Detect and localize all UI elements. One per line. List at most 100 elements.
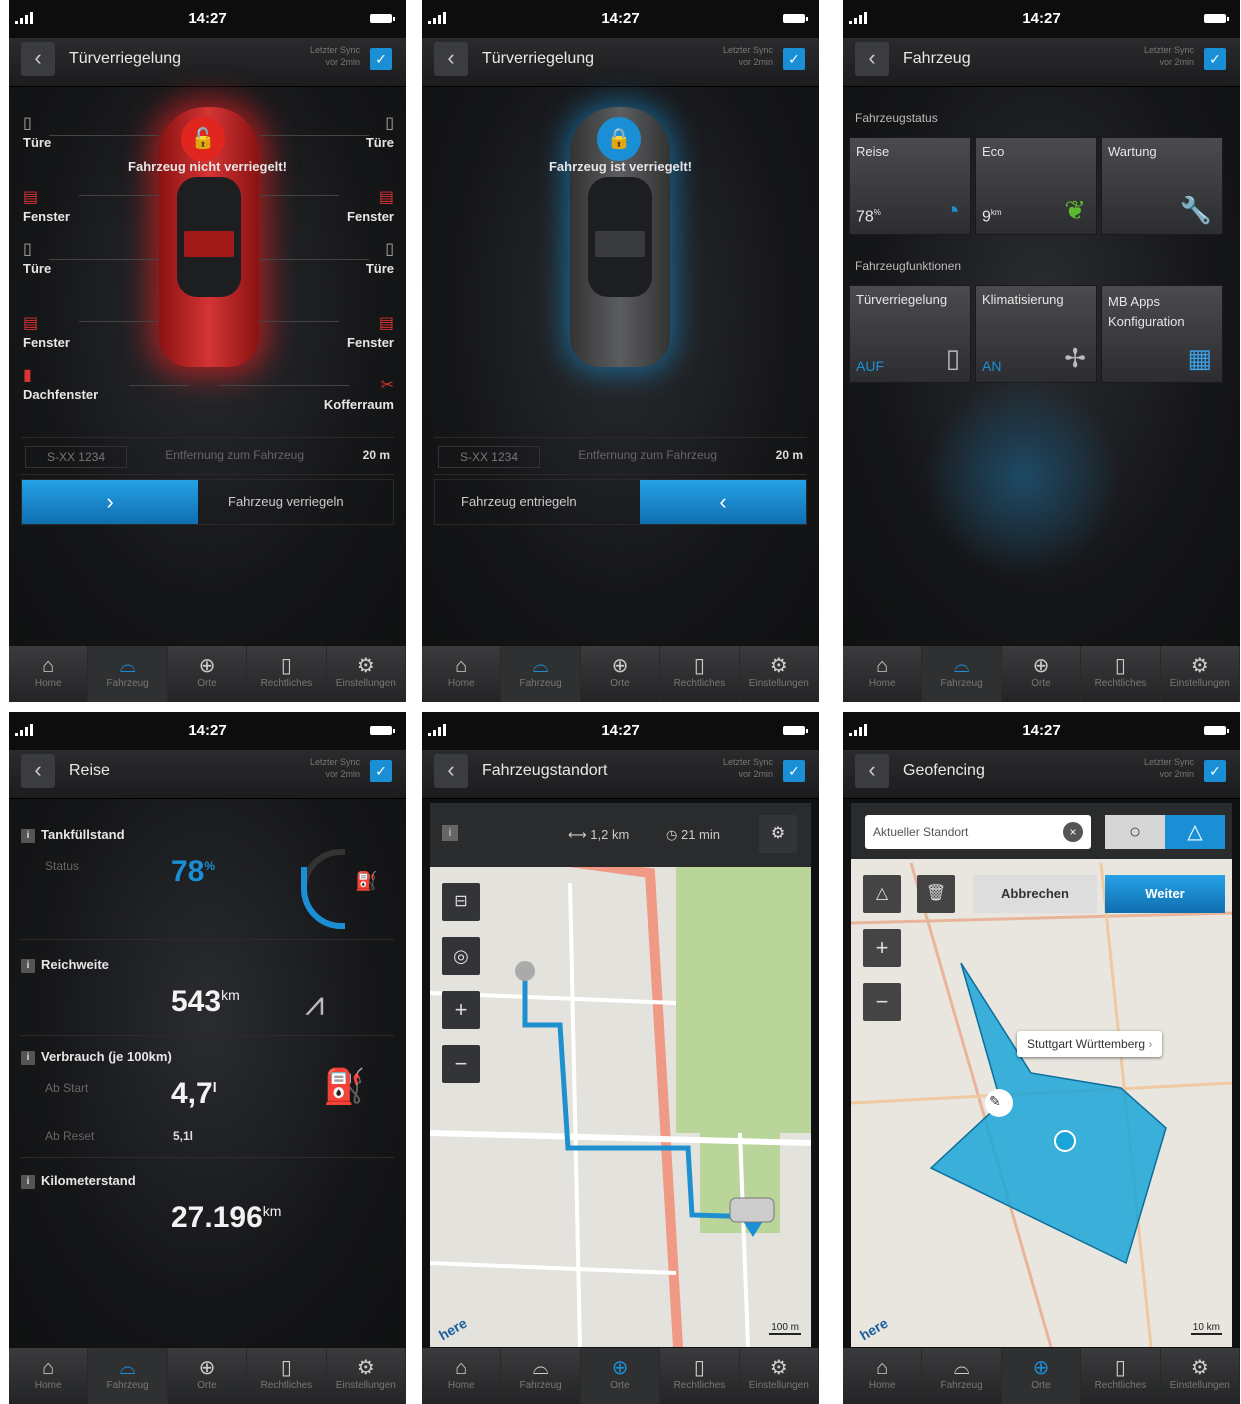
gear-icon: ⚙ bbox=[1190, 655, 1209, 677]
tab-fahrzeug[interactable]: ⌓ Fahrzeug bbox=[501, 1348, 581, 1404]
locked-icon: 🔒 bbox=[597, 117, 641, 161]
fuel-pump-icon: ⛽ bbox=[355, 871, 378, 891]
tab-home[interactable]: ⌂ Home bbox=[422, 646, 502, 702]
consumption-start-value: 4,7l bbox=[171, 1077, 217, 1110]
tile-wartung[interactable]: Wartung 🔧 bbox=[1101, 137, 1223, 235]
wrench-icon: 🔧 bbox=[1179, 195, 1212, 225]
tab-rechtliches[interactable]: ▯ Rechtliches bbox=[1081, 646, 1161, 702]
tab-einstellungen[interactable]: ⚙ Einstellungen bbox=[740, 1348, 819, 1404]
edit-pencil-icon[interactable]: ✎ bbox=[989, 1093, 1001, 1110]
trash-icon[interactable]: 🗑 bbox=[917, 875, 955, 913]
car-icon: ▯ bbox=[945, 343, 960, 373]
back-button[interactable]: ‹ bbox=[21, 754, 55, 788]
consumption-start-label: Ab Start bbox=[45, 1081, 89, 1095]
tab-home[interactable]: ⌂ Home bbox=[843, 646, 923, 702]
back-button[interactable]: ‹ bbox=[434, 42, 468, 76]
car-icon: ⌓ bbox=[119, 1357, 136, 1379]
tab-home[interactable]: ⌂ Home bbox=[843, 1348, 923, 1404]
tab-home[interactable]: ⌂ Home bbox=[9, 1348, 89, 1404]
tab-fahrzeug[interactable]: ⌓ Fahrzeug bbox=[88, 646, 168, 702]
tile-mb-apps[interactable]: MB Apps Konfiguration ▦ bbox=[1101, 285, 1223, 383]
zoom-out-button[interactable]: − bbox=[442, 1045, 480, 1083]
tile-reise[interactable]: Reise 78% ◔ bbox=[849, 137, 971, 235]
tab-fahrzeug[interactable]: ⌓ Fahrzeug bbox=[501, 646, 581, 702]
car-locate-button[interactable]: ⊟ bbox=[442, 883, 480, 921]
unlock-slider[interactable]: Fahrzeug entriegeln ‹ bbox=[434, 479, 807, 525]
next-button[interactable]: Weiter bbox=[1105, 875, 1225, 913]
tile-klimatisierung[interactable]: Klimatisierung AN ✢ bbox=[975, 285, 1097, 383]
cancel-button[interactable]: Abbrechen bbox=[973, 875, 1097, 913]
home-icon: ⌂ bbox=[876, 655, 889, 677]
tab-einstellungen[interactable]: ⚙ Einstellungen bbox=[740, 646, 819, 702]
tab-rechtliches[interactable]: ▯ Rechtliches bbox=[247, 1348, 327, 1404]
sync-status: Letzter Sync vor 2min bbox=[722, 45, 773, 67]
location-search-field[interactable]: Aktueller Standort × bbox=[865, 815, 1091, 849]
sync-check-icon[interactable]: ✓ bbox=[1204, 48, 1226, 70]
home-icon: ⌂ bbox=[876, 1357, 889, 1379]
zoom-in-button[interactable]: + bbox=[863, 929, 901, 967]
tile-eco[interactable]: Eco 9km ❦ bbox=[975, 137, 1097, 235]
circle-shape-button[interactable]: ○ bbox=[1105, 815, 1165, 849]
tab-einstellungen[interactable]: ⚙ Einstellungen bbox=[327, 1348, 406, 1404]
sensor-door-rear-right: ▯ Türe bbox=[365, 241, 394, 276]
odometer-value: 27.196km bbox=[171, 1201, 282, 1234]
tab-orte[interactable]: ⊕ Orte bbox=[168, 1348, 248, 1404]
tab-orte[interactable]: ⊕ Orte bbox=[581, 646, 661, 702]
geofence-map[interactable]: Aktueller Standort × ○ △ △ 🗑 Abbrechen W… bbox=[851, 803, 1232, 1347]
back-button[interactable]: ‹ bbox=[434, 754, 468, 788]
sensor-window-rear-left: ▤ Fenster bbox=[23, 315, 70, 350]
info-icon[interactable]: i bbox=[442, 825, 458, 841]
car-icon: ⌓ bbox=[532, 655, 549, 677]
settings-gears-button[interactable]: ⚙ bbox=[759, 815, 797, 853]
tab-home[interactable]: ⌂ Home bbox=[9, 646, 89, 702]
fuel-level-value: 78% bbox=[171, 855, 216, 888]
back-button[interactable]: ‹ bbox=[855, 42, 889, 76]
sync-status: Letzter Sync vor 2min bbox=[309, 45, 360, 67]
page-title: Türverriegelung bbox=[69, 50, 182, 67]
zoom-in-button[interactable]: + bbox=[442, 991, 480, 1029]
back-button[interactable]: ‹ bbox=[855, 754, 889, 788]
section-title-functions: Fahrzeugfunktionen bbox=[855, 259, 962, 273]
document-icon: ▯ bbox=[280, 655, 292, 677]
tab-einstellungen[interactable]: ⚙ Einstellungen bbox=[327, 646, 406, 702]
tab-fahrzeug[interactable]: ⌓ Fahrzeug bbox=[922, 1348, 1002, 1404]
page-title: Reise bbox=[69, 762, 110, 779]
fuel-status-label: Status bbox=[45, 859, 80, 873]
tab-fahrzeug[interactable]: ⌓ Fahrzeug bbox=[922, 646, 1002, 702]
sync-check-icon[interactable]: ✓ bbox=[370, 760, 392, 782]
nav-header: ‹ Fahrzeug Letzter Sync vor 2min ✓ bbox=[843, 38, 1240, 87]
home-icon: ⌂ bbox=[455, 655, 468, 677]
nav-header: ‹ Fahrzeugstandort Letzter Sync vor 2min … bbox=[422, 750, 819, 799]
window-icon: ▤ bbox=[378, 315, 394, 332]
tab-fahrzeug[interactable]: ⌓ Fahrzeug bbox=[88, 1348, 168, 1404]
polygon-draw-button[interactable]: △ bbox=[863, 875, 901, 913]
sensor-sunroof: ▮ Dachfenster bbox=[23, 367, 99, 402]
route-map[interactable]: i ⟷ 1,2 km ◷ 21 min ⚙ ⊟ ◎ + − here 100 m bbox=[430, 803, 811, 1347]
tab-home[interactable]: ⌂ Home bbox=[422, 1348, 502, 1404]
tab-orte[interactable]: ⊕ Orte bbox=[580, 1348, 661, 1404]
sync-check-icon[interactable]: ✓ bbox=[370, 48, 392, 70]
location-callout[interactable]: Stuttgart Württemberg › bbox=[1017, 1031, 1163, 1057]
status-time: 14:27 bbox=[1022, 10, 1061, 27]
slider-knob[interactable]: ‹ bbox=[640, 480, 806, 524]
tab-orte[interactable]: ⊕ Orte bbox=[1002, 646, 1082, 702]
lock-slider[interactable]: › Fahrzeug verriegeln bbox=[21, 479, 394, 525]
sync-check-icon[interactable]: ✓ bbox=[783, 48, 805, 70]
trip-panel: i Tankfüllstand Status 78% ⛽ i Reichweite … bbox=[9, 799, 406, 1347]
sync-check-icon[interactable]: ✓ bbox=[1204, 760, 1226, 782]
tab-rechtliches[interactable]: ▯ Rechtliches bbox=[1081, 1348, 1161, 1404]
tab-einstellungen[interactable]: ⚙ Einstellungen bbox=[1161, 646, 1240, 702]
polygon-shape-button[interactable]: △ bbox=[1165, 815, 1225, 849]
sync-check-icon[interactable]: ✓ bbox=[783, 760, 805, 782]
tab-orte[interactable]: ⊕ Orte bbox=[168, 646, 248, 702]
zoom-out-button[interactable]: − bbox=[863, 983, 901, 1021]
slider-knob[interactable]: › bbox=[22, 480, 198, 524]
tab-einstellungen[interactable]: ⚙ Einstellungen bbox=[1161, 1348, 1240, 1404]
tab-rechtliches[interactable]: ▯ Rechtliches bbox=[660, 1348, 740, 1404]
back-button[interactable]: ‹ bbox=[21, 42, 55, 76]
tab-rechtliches[interactable]: ▯ Rechtliches bbox=[660, 646, 740, 702]
tab-orte[interactable]: ⊕ Orte bbox=[1001, 1348, 1082, 1404]
tile-tuerverriegelung[interactable]: Türverriegelung AUF ▯ bbox=[849, 285, 971, 383]
my-location-button[interactable]: ◎ bbox=[442, 937, 480, 975]
tab-rechtliches[interactable]: ▯ Rechtliches bbox=[247, 646, 327, 702]
